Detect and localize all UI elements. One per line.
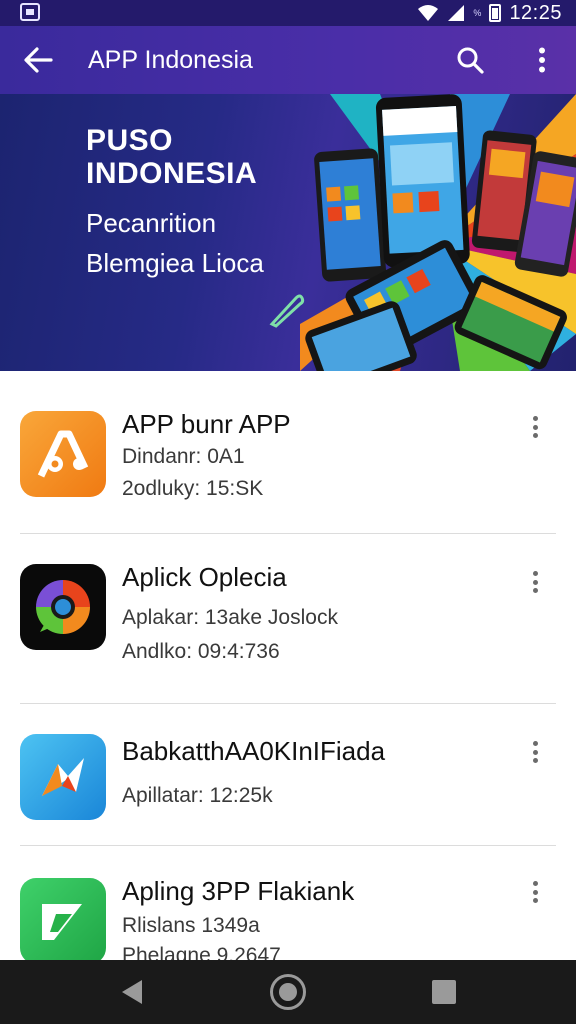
overflow-menu-button[interactable] [522, 40, 562, 80]
more-vert-icon [532, 571, 538, 593]
app-name: Apling 3PP Flakiank [122, 876, 355, 906]
arrow-left-icon [24, 47, 53, 73]
app-detail: Apillatar: 12:25k [122, 784, 273, 807]
app-bar: APP Indonesia [0, 26, 576, 94]
wifi-icon [418, 5, 439, 21]
list-item[interactable]: APP bunr APP Dindanr: 0A1 2odluky: 15:SK [0, 371, 576, 531]
back-button[interactable] [18, 40, 58, 80]
more-vert-icon [539, 47, 545, 73]
item-more-button[interactable] [520, 407, 550, 447]
more-vert-icon [532, 416, 538, 438]
app-detail: Aplakar: 13ake Joslock [122, 606, 338, 629]
orange-a-icon [20, 411, 106, 497]
item-more-button[interactable] [520, 732, 550, 772]
app-name: Aplick Oplecia [122, 562, 287, 592]
app-detail: 2odluky: 15:SK [122, 477, 264, 500]
banner-title-line1: PUSO [86, 124, 174, 157]
banner-subtitle-line1: Pecanrition [86, 208, 217, 238]
signal-icon [448, 5, 465, 21]
banner-title-line2: INDONESIA [86, 157, 258, 190]
color-wheel-icon [20, 564, 106, 650]
blue-arrow-icon [20, 734, 106, 820]
status-indicators: % 12:25 [417, 0, 562, 26]
search-icon [457, 47, 484, 74]
notification-icon [20, 3, 40, 21]
system-nav-bar [0, 960, 576, 1024]
green-arrow-icon [20, 878, 106, 964]
app-detail: Andlko: 09:4:736 [122, 640, 280, 663]
status-bar: % 12:25 [0, 0, 576, 26]
search-button[interactable] [450, 40, 490, 80]
more-vert-icon [532, 881, 538, 903]
promo-banner[interactable]: PUSO INDONESIA Pecanrition Blemgiea Lioc… [0, 94, 576, 371]
battery-percent: % [473, 8, 482, 18]
app-name: APP bunr APP [122, 409, 291, 439]
app-detail: Rlislans 1349a [122, 914, 260, 937]
status-time: 12:25 [509, 1, 562, 24]
nav-home-icon[interactable] [270, 974, 306, 1010]
item-more-button[interactable] [520, 562, 550, 602]
banner-title: PUSO INDONESIA [86, 124, 257, 190]
more-vert-icon [532, 741, 538, 763]
item-more-button[interactable] [520, 872, 550, 912]
list-item[interactable]: Aplick Oplecia Aplakar: 13ake Joslock An… [0, 534, 576, 694]
page-title: APP Indonesia [88, 46, 253, 74]
app-name: BabkatthAA0KInIFiada [122, 736, 386, 766]
list-item[interactable]: BabkatthAA0KInIFiada Apillatar: 12:25k [0, 704, 576, 864]
banner-subtitle-line2: Blemgiea Lioca [86, 248, 264, 278]
nav-back-icon[interactable] [116, 976, 148, 1008]
app-detail: Dindanr: 0A1 [122, 445, 245, 468]
nav-recents-icon[interactable] [432, 980, 456, 1004]
phones-illustration [305, 94, 576, 371]
battery-icon [489, 4, 502, 22]
screen: % 12:25 APP Indonesia PUSO INDONESIA Pec… [0, 0, 576, 1024]
